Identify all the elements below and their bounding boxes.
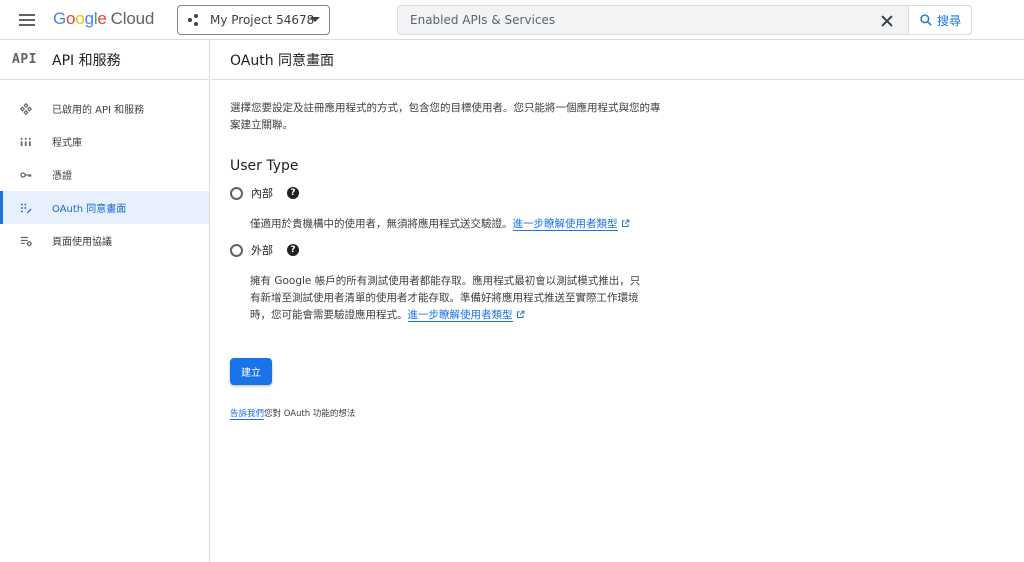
- sidebar-item-label: 程式庫: [52, 138, 82, 149]
- page-usage-settings-icon: [20, 236, 32, 246]
- sidebar: API API 和服務 已啟用的 API 和服務 程式庫 憑證 OAuth 同意…: [0, 40, 210, 562]
- search-bar: 搜尋: [397, 5, 972, 35]
- consent-form: 選擇您要設定及註冊應用程式的方式，包含您的目標使用者。您只能將一個應用程式與您的…: [211, 80, 671, 420]
- main-content: OAuth 同意畫面 選擇您要設定及註冊應用程式的方式，包含您的目標使用者。您只…: [211, 40, 1024, 562]
- caret-down-icon: [310, 17, 320, 22]
- page-title: OAuth 同意畫面: [230, 52, 335, 69]
- external-option[interactable]: 外部 ?: [230, 241, 671, 259]
- internal-learn-more-link[interactable]: 進一步瞭解使用者類型: [512, 218, 618, 231]
- external-description: 擁有 Google 帳戶的所有測試使用者都能存取。應用程式最初會以測試模式推出，…: [250, 273, 650, 324]
- internal-label: 內部: [251, 187, 273, 200]
- key-icon: [20, 171, 32, 178]
- top-bar: GoogleCloud My Project 54678 搜尋: [0, 0, 1024, 40]
- sidebar-item-credentials[interactable]: 憑證: [0, 158, 209, 191]
- internal-radio[interactable]: [230, 186, 243, 200]
- sidebar-item-enabled-apis[interactable]: 已啟用的 API 和服務: [0, 92, 209, 125]
- internal-option[interactable]: 內部 ?: [230, 184, 671, 202]
- sidebar-item-library[interactable]: 程式庫: [0, 125, 209, 158]
- sidebar-item-label: 頁面使用協議: [52, 237, 112, 248]
- feedback-text: 您對 OAuth 功能的想法: [264, 409, 356, 419]
- intro-text: 選擇您要設定及註冊應用程式的方式，包含您的目標使用者。您只能將一個應用程式與您的…: [230, 102, 661, 131]
- search-button-label: 搜尋: [937, 13, 962, 28]
- oauth-consent-icon: [20, 203, 32, 213]
- clear-icon[interactable]: [874, 8, 900, 34]
- external-link-icon: [621, 219, 629, 227]
- search-button[interactable]: 搜尋: [908, 5, 972, 35]
- internal-description: 僅適用於貴機構中的使用者，無須將應用程式送交驗證。進一步瞭解使用者類型: [250, 216, 650, 233]
- page-header: OAuth 同意畫面: [211, 40, 1024, 80]
- external-label: 外部: [251, 244, 273, 257]
- project-icon: [188, 14, 202, 26]
- sidebar-item-page-usage[interactable]: 頁面使用協議: [0, 224, 209, 257]
- search-icon: [920, 14, 932, 26]
- sidebar-item-label: 憑證: [52, 171, 72, 182]
- sidebar-nav: 已啟用的 API 和服務 程式庫 憑證 OAuth 同意畫面 頁面使用協議: [0, 80, 209, 257]
- feedback-line: 告訴我們您對 OAuth 功能的想法: [230, 407, 671, 420]
- project-name: My Project 54678: [210, 13, 315, 27]
- project-picker[interactable]: My Project 54678: [177, 5, 330, 35]
- external-link-icon: [516, 310, 524, 318]
- sidebar-header: API API 和服務: [0, 40, 209, 80]
- feedback-link[interactable]: 告訴我們: [230, 409, 265, 420]
- external-radio[interactable]: [230, 243, 243, 257]
- help-icon[interactable]: ?: [287, 187, 299, 199]
- library-icon: [20, 137, 31, 146]
- sidebar-item-oauth-consent[interactable]: OAuth 同意畫面: [0, 191, 209, 224]
- sidebar-item-label: 已啟用的 API 和服務: [52, 105, 145, 116]
- search-input[interactable]: [398, 6, 868, 34]
- sidebar-item-label: OAuth 同意畫面: [52, 204, 127, 215]
- external-learn-more-link[interactable]: 進一步瞭解使用者類型: [407, 309, 513, 322]
- google-cloud-logo[interactable]: Google Cloud: [53, 9, 154, 29]
- sidebar-title: API 和服務: [52, 52, 121, 69]
- internal-description-text: 僅適用於貴機構中的使用者，無須將應用程式送交驗證。: [250, 218, 513, 230]
- api-logo-icon: API: [12, 52, 37, 67]
- user-type-title: User Type: [230, 158, 299, 174]
- help-icon[interactable]: ?: [287, 244, 299, 256]
- main-menu-icon[interactable]: [14, 10, 42, 32]
- enabled-apis-icon: [19, 102, 33, 115]
- create-button[interactable]: 建立: [230, 358, 272, 385]
